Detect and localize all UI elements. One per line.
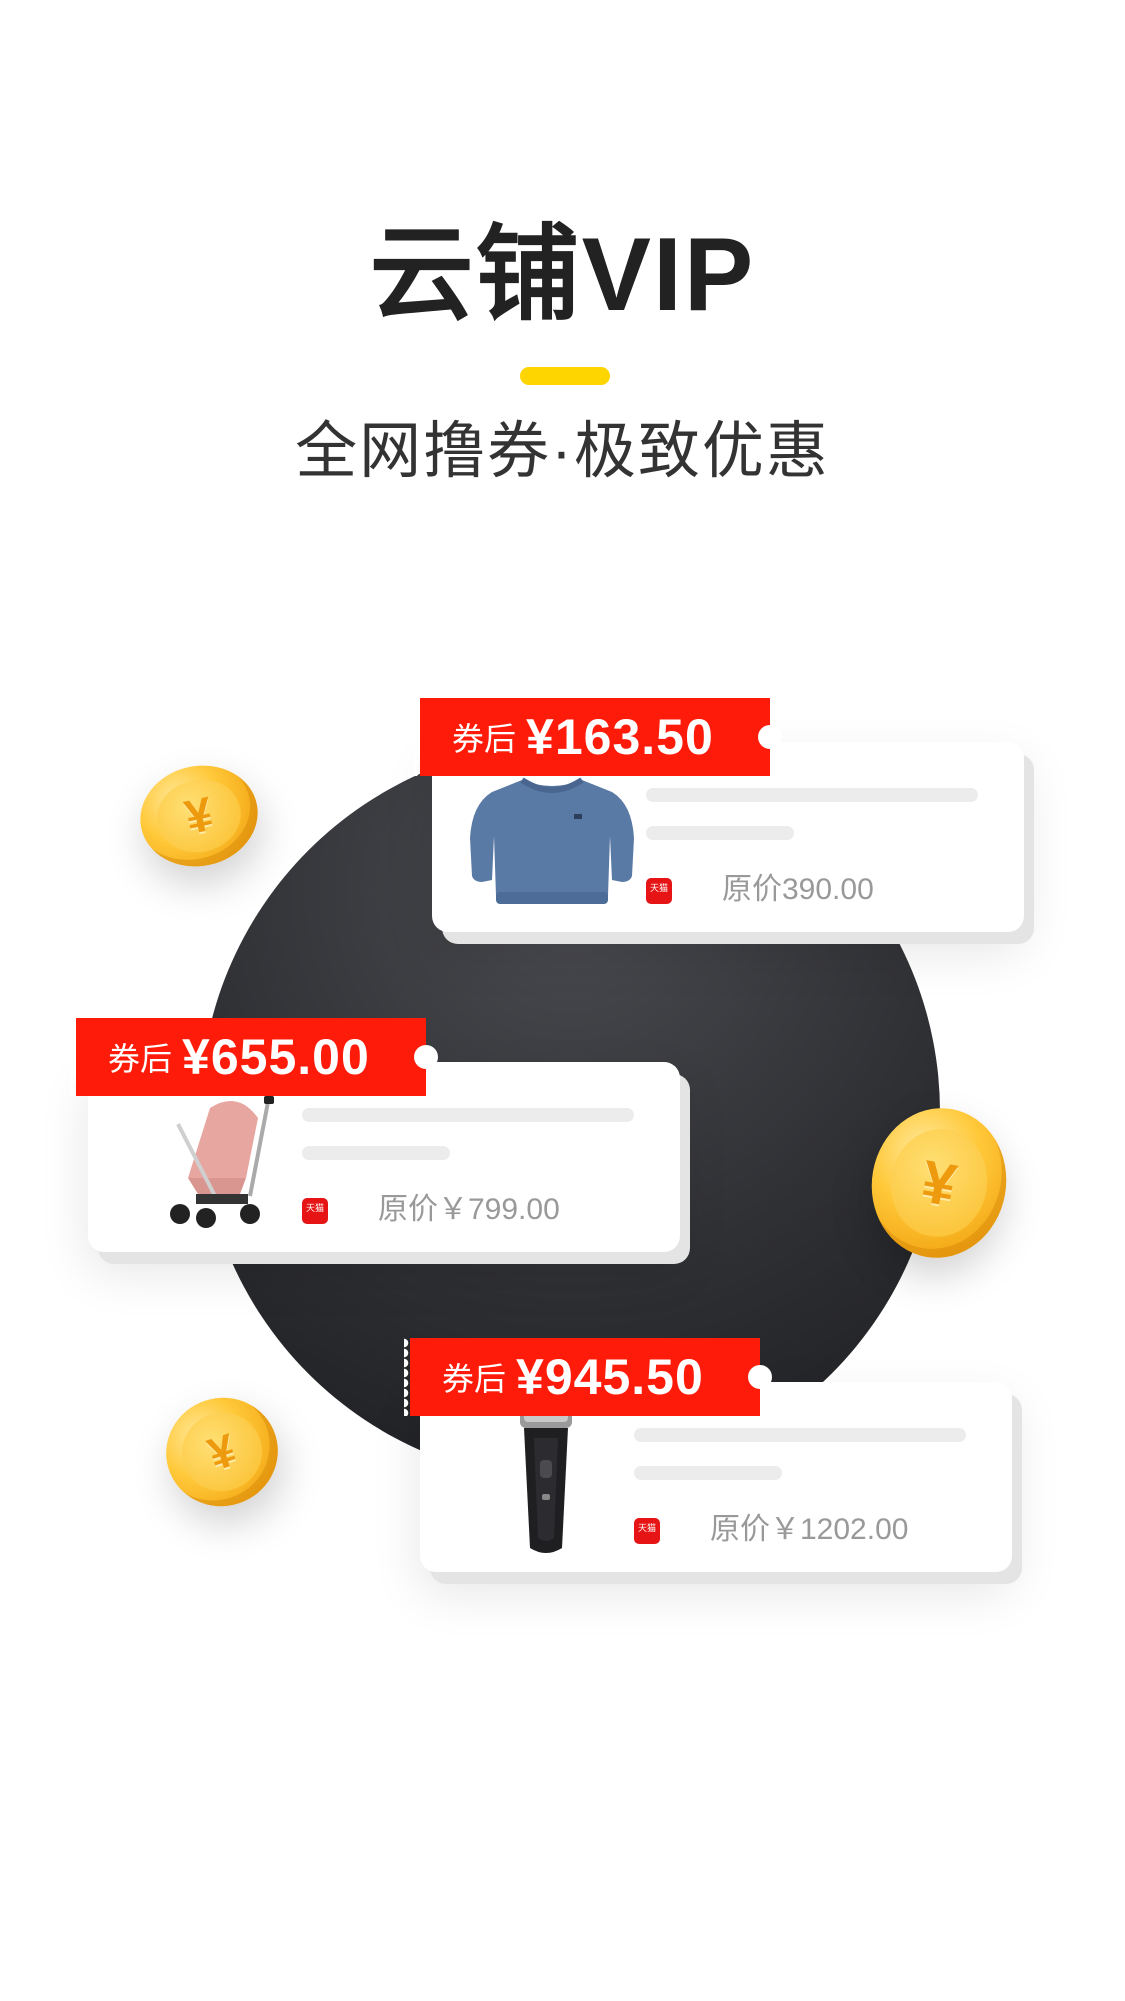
- tmall-icon: 天猫: [634, 1518, 660, 1544]
- original-price: 原价390.00: [722, 873, 874, 906]
- title-accent-bar: [520, 367, 610, 385]
- coupon-label: 券后: [442, 1361, 507, 1397]
- coin-icon: ¥: [130, 754, 268, 878]
- placeholder-line: [302, 1108, 634, 1122]
- placeholder-line: [634, 1466, 782, 1480]
- sweatshirt-image: [470, 777, 634, 904]
- coupon-tag: 券后 ¥945.50: [404, 1338, 772, 1416]
- original-price: 原价￥799.00: [378, 1193, 560, 1226]
- tmall-icon: 天猫: [302, 1198, 328, 1224]
- coin-symbol: ¥: [149, 771, 249, 861]
- baby-stroller-image: [170, 1096, 274, 1228]
- coin-icon: ¥: [152, 1383, 292, 1521]
- original-price: 原价￥1202.00: [710, 1513, 909, 1546]
- coupon-tag: 券后 ¥655.00: [70, 1018, 438, 1096]
- coupon-price: ¥163.50: [526, 709, 714, 765]
- placeholder-line: [634, 1428, 966, 1442]
- coupon-label: 券后: [452, 721, 517, 757]
- coupon-tag: 券后 ¥163.50: [414, 698, 782, 776]
- page-title: 云铺VIP: [369, 217, 756, 333]
- placeholder-line: [646, 788, 978, 802]
- coin-symbol: ¥: [171, 1402, 273, 1502]
- coupon-label: 券后: [108, 1041, 173, 1077]
- placeholder-line: [302, 1146, 450, 1160]
- page-subtitle: 全网撸券·极致优惠: [295, 417, 830, 486]
- coin-symbol: ¥: [882, 1121, 996, 1245]
- tmall-icon: 天猫: [646, 878, 672, 904]
- coupon-price: ¥945.50: [516, 1349, 704, 1405]
- placeholder-line: [646, 826, 794, 840]
- coupon-price: ¥655.00: [182, 1029, 370, 1085]
- electric-shaver-image: [520, 1402, 572, 1553]
